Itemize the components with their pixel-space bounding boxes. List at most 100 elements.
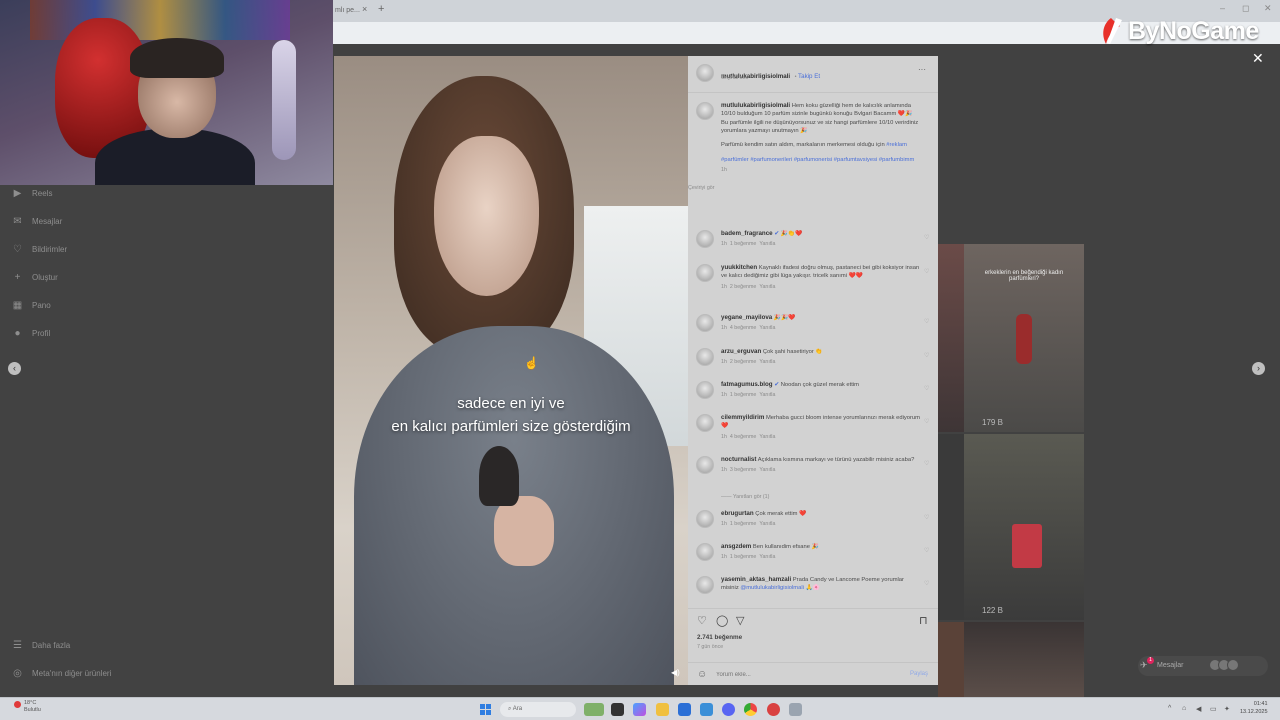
grid-thumbnail[interactable] <box>964 622 1084 697</box>
comment-like-icon[interactable]: ♡ <box>924 268 929 275</box>
system-clock[interactable]: 01:41 13.12.2025 <box>1240 701 1268 716</box>
comment-likes[interactable]: 1 beğenme <box>730 521 757 527</box>
hashtag-link[interactable]: #reklam <box>886 142 907 148</box>
widget-app-icon[interactable] <box>584 703 604 716</box>
avatar[interactable] <box>696 576 714 594</box>
sidebar-item-meta[interactable]: ◎ Meta'nın diğer ürünleri <box>12 668 111 679</box>
browser-tab[interactable]: mlı pe... <box>333 2 375 20</box>
comment-likes[interactable]: 3 beğenme <box>730 467 757 473</box>
taskbar-search[interactable]: ⌕ Ara <box>500 702 576 717</box>
terminal-app-icon[interactable] <box>611 703 624 716</box>
comment-username[interactable]: yasemin_aktas_hamzali <box>721 576 791 583</box>
caption-username[interactable]: mutlulukabirligisiolmali <box>721 102 790 109</box>
avatar[interactable] <box>696 102 714 120</box>
comment-like-icon[interactable]: ♡ <box>924 547 929 554</box>
comment-likes[interactable]: 4 beğenme <box>730 325 757 331</box>
comment-username[interactable]: yegane_mayilova <box>721 314 772 321</box>
grid-thumbnail[interactable] <box>938 244 964 432</box>
minimize-button[interactable]: – <box>1220 3 1225 13</box>
reply-button[interactable]: Yanıtla <box>759 521 775 527</box>
app-icon[interactable] <box>767 703 780 716</box>
maximize-button[interactable]: ◻ <box>1242 3 1249 14</box>
comment-like-icon[interactable]: ♡ <box>924 580 929 587</box>
comment-like-icon[interactable]: ♡ <box>924 418 929 425</box>
grid-thumbnail[interactable]: erkeklerin en beğendiği kadın parfümleri… <box>964 244 1084 432</box>
sidebar-item-more[interactable]: ☰ Daha fazla <box>12 640 70 651</box>
avatar[interactable] <box>696 414 714 432</box>
copilot-app-icon[interactable] <box>633 703 646 716</box>
avatar[interactable] <box>696 230 714 248</box>
more-options-icon[interactable]: ··· <box>918 65 926 74</box>
comment-username[interactable]: cilemmyildirim <box>721 414 764 421</box>
avatar[interactable] <box>696 264 714 282</box>
audio-label[interactable]: Orijinal ses <box>721 75 748 81</box>
comment-like-icon[interactable]: ♡ <box>924 234 929 241</box>
reel-video[interactable]: sadece en iyi ve en kalıcı parfümleri si… <box>334 56 688 685</box>
reply-button[interactable]: Yanıtla <box>759 554 775 560</box>
like-icon[interactable]: ♡ <box>697 614 707 627</box>
mention-link[interactable]: @mutlulukabirligisiolmali <box>740 585 804 591</box>
new-tab-button[interactable]: + <box>378 3 384 15</box>
grid-thumbnail[interactable] <box>938 622 964 697</box>
comment-username[interactable]: nocturnalist <box>721 456 756 463</box>
notification-icon[interactable]: ✦ <box>1224 705 1230 713</box>
comment-like-icon[interactable]: ♡ <box>924 385 929 392</box>
reply-button[interactable]: Yanıtla <box>759 392 775 398</box>
sidebar-item-reels[interactable]: ▶ Reels <box>12 188 53 199</box>
comment-username[interactable]: arzu_erguvan <box>721 348 761 355</box>
windows-start-icon[interactable] <box>480 704 491 715</box>
chrome-app-icon[interactable] <box>744 703 757 716</box>
share-icon[interactable]: ▽ <box>736 614 744 627</box>
grid-thumbnail[interactable] <box>938 434 964 620</box>
post-comment-button[interactable]: Paylaş <box>910 671 928 677</box>
sound-icon[interactable]: ◀) <box>671 668 680 677</box>
avatar[interactable] <box>696 381 714 399</box>
store-app-icon[interactable] <box>678 703 691 716</box>
comment-likes[interactable]: 4 beğenme <box>730 434 757 440</box>
comment-likes[interactable]: 1 beğenme <box>730 392 757 398</box>
comment-username[interactable]: ebrugurtan <box>721 510 754 517</box>
comments-list[interactable]: mutlulukabirligisiolmali Hem koku güzell… <box>688 96 938 608</box>
comment-likes[interactable]: 2 beğenme <box>730 359 757 365</box>
discord-app-icon[interactable] <box>722 703 735 716</box>
reply-button[interactable]: Yanıtla <box>759 325 775 331</box>
hashtags[interactable]: #parfümler #parfumonerileri #parfumoneri… <box>721 156 921 164</box>
mail-app-icon[interactable] <box>700 703 713 716</box>
avatar[interactable] <box>696 348 714 366</box>
avatar[interactable] <box>696 543 714 561</box>
comment-input[interactable] <box>716 669 896 681</box>
reply-button[interactable]: Yanıtla <box>759 284 775 290</box>
follow-button[interactable]: Takip Et <box>798 73 820 80</box>
comment-icon[interactable]: ◯ <box>716 614 728 627</box>
comment-likes[interactable]: 2 beğenme <box>730 284 757 290</box>
next-post-button[interactable]: › <box>1252 362 1265 375</box>
avatar[interactable] <box>696 314 714 332</box>
modal-close-button[interactable]: ✕ <box>1252 50 1264 67</box>
comment-like-icon[interactable]: ♡ <box>924 514 929 521</box>
comment-likes[interactable]: 1 beğenme <box>730 554 757 560</box>
sidebar-item-messages[interactable]: ✉ Mesajlar <box>12 216 62 227</box>
speaker-icon[interactable]: ◀ <box>1196 705 1201 713</box>
window-close-button[interactable]: ✕ <box>1264 3 1272 14</box>
comment-like-icon[interactable]: ♡ <box>924 352 929 359</box>
battery-icon[interactable]: ▭ <box>1210 705 1217 713</box>
avatar[interactable] <box>696 510 714 528</box>
network-icon[interactable]: ⌂ <box>1182 705 1186 712</box>
see-translation-link[interactable]: Çeviriyi gör <box>688 185 921 191</box>
comment-username[interactable]: ansgzdem <box>721 543 751 550</box>
reply-button[interactable]: Yanıtla <box>759 434 775 440</box>
tray-chevron-icon[interactable]: ^ <box>1168 705 1171 712</box>
view-replies-link[interactable]: —— Yanıtları gör (1) <box>721 494 769 500</box>
emoji-icon[interactable]: ☺ <box>697 669 707 680</box>
file-explorer-icon[interactable] <box>656 703 669 716</box>
reply-button[interactable]: Yanıtla <box>759 467 775 473</box>
avatar[interactable] <box>696 64 714 82</box>
sidebar-item-create[interactable]: + Oluştur <box>12 272 58 283</box>
weather-icon[interactable] <box>14 701 21 708</box>
avatar[interactable] <box>696 456 714 474</box>
sidebar-item-notifications[interactable]: ♡ Bildirimler <box>12 244 67 255</box>
prev-post-button[interactable]: ‹ <box>8 362 21 375</box>
sidebar-item-profile[interactable]: ● Profil <box>12 328 50 339</box>
reply-button[interactable]: Yanıtla <box>759 241 775 247</box>
comment-username[interactable]: badem_fragrance <box>721 230 773 237</box>
